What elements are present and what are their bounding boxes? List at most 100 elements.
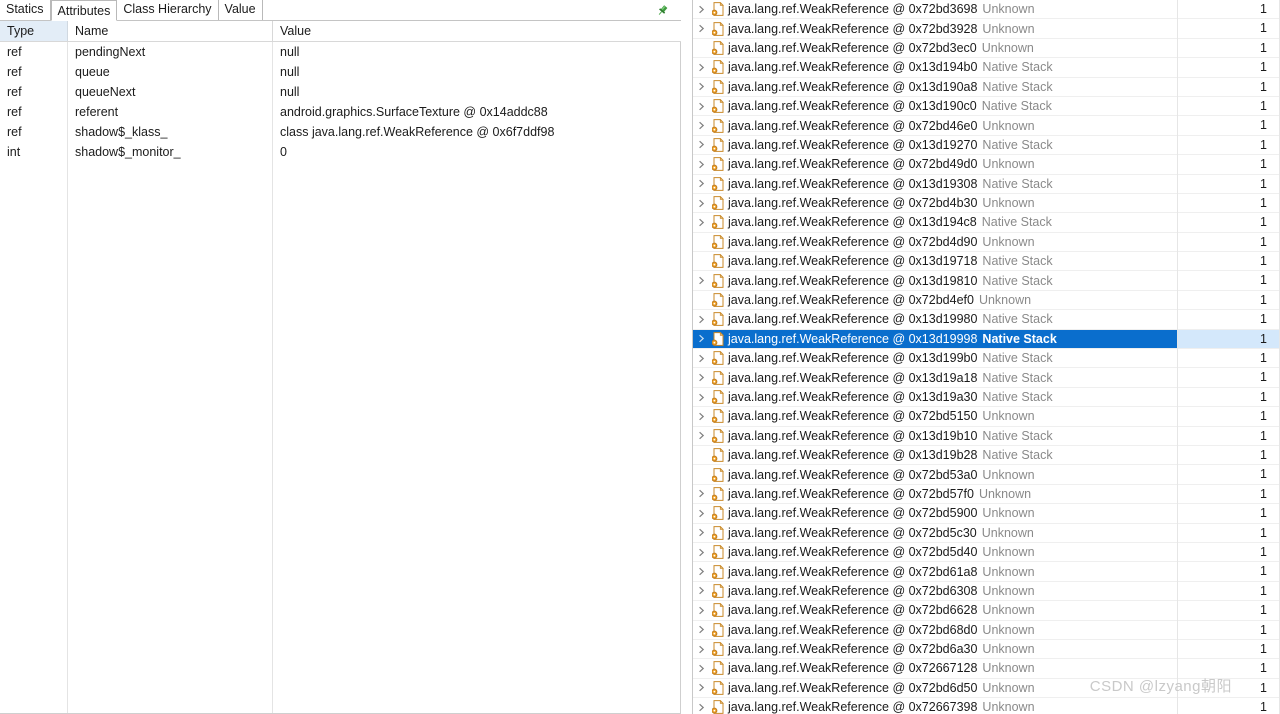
tree-row[interactable]: java.lang.ref.WeakReference @ 0x13d19810… — [693, 271, 1280, 291]
instance-file-icon — [710, 680, 727, 695]
chevron-right-icon[interactable] — [693, 393, 710, 402]
tree-row[interactable]: java.lang.ref.WeakReference @ 0x72bd4ef0… — [693, 291, 1280, 311]
tree-row-label: java.lang.ref.WeakReference @ 0x72bd49d0… — [727, 157, 1280, 171]
chevron-right-icon[interactable] — [693, 528, 710, 537]
chevron-right-icon[interactable] — [693, 683, 710, 692]
tree-row-label: java.lang.ref.WeakReference @ 0x72bd3698… — [727, 2, 1280, 16]
tree-row[interactable]: java.lang.ref.WeakReference @ 0x72bd5900… — [693, 504, 1280, 524]
column-header-type[interactable]: Type — [0, 21, 68, 41]
tree-row[interactable]: java.lang.ref.WeakReference @ 0x72bd6d50… — [693, 679, 1280, 699]
tree-row[interactable]: java.lang.ref.WeakReference @ 0x72bd3928… — [693, 19, 1280, 39]
tree-row[interactable]: java.lang.ref.WeakReference @ 0x13d194c8… — [693, 213, 1280, 233]
instance-kind: Unknown — [982, 622, 1035, 637]
tree-row[interactable]: java.lang.ref.WeakReference @ 0x13d194b0… — [693, 58, 1280, 78]
chevron-right-icon[interactable] — [693, 5, 710, 14]
tree-row[interactable]: java.lang.ref.WeakReference @ 0x13d19a30… — [693, 388, 1280, 408]
table-row[interactable]: ref queueNext null — [0, 82, 681, 102]
tree-row[interactable]: java.lang.ref.WeakReference @ 0x13d19980… — [693, 310, 1280, 330]
instance-count: 1 — [1260, 680, 1267, 695]
chevron-right-icon[interactable] — [693, 548, 710, 557]
instance-file-icon — [710, 2, 727, 17]
tree-row[interactable]: java.lang.ref.WeakReference @ 0x13d19a18… — [693, 368, 1280, 388]
cell-type: int — [0, 142, 68, 162]
tree-row[interactable]: java.lang.ref.WeakReference @ 0x72bd4d90… — [693, 233, 1280, 253]
tree-row[interactable]: java.lang.ref.WeakReference @ 0x72bd3698… — [693, 0, 1280, 20]
instance-kind: Unknown — [982, 2, 1035, 17]
chevron-right-icon[interactable] — [693, 199, 710, 208]
tree-row[interactable]: java.lang.ref.WeakReference @ 0x72bd5d40… — [693, 543, 1280, 563]
chevron-right-icon[interactable] — [693, 703, 710, 712]
chevron-right-icon[interactable] — [693, 431, 710, 440]
panel-splitter[interactable] — [681, 0, 692, 714]
tree-row[interactable]: java.lang.ref.WeakReference @ 0x72bd6308… — [693, 582, 1280, 602]
chevron-right-icon[interactable] — [693, 625, 710, 634]
tree-row[interactable]: java.lang.ref.WeakReference @ 0x13d19308… — [693, 175, 1280, 194]
tree-row[interactable]: java.lang.ref.WeakReference @ 0x72bd53a0… — [693, 465, 1280, 485]
instance-file-icon — [710, 622, 727, 637]
table-row[interactable]: ref shadow$_klass_ class java.lang.ref.W… — [0, 122, 681, 142]
table-row[interactable]: ref pendingNext null — [0, 42, 681, 62]
tab-value[interactable]: Value — [218, 0, 263, 20]
tab-statics[interactable]: Statics — [0, 0, 51, 20]
instance-kind: Unknown — [982, 196, 1035, 211]
chevron-right-icon[interactable] — [693, 567, 710, 576]
tree-row[interactable]: java.lang.ref.WeakReference @ 0x13d19718… — [693, 252, 1280, 272]
tree-row[interactable]: java.lang.ref.WeakReference @ 0x13d19998… — [693, 329, 1280, 350]
chevron-right-icon[interactable] — [693, 664, 710, 673]
chevron-right-icon[interactable] — [693, 218, 710, 227]
chevron-right-icon[interactable] — [693, 160, 710, 169]
cell-type: ref — [0, 102, 68, 122]
chevron-right-icon[interactable] — [693, 82, 710, 91]
chevron-right-icon[interactable] — [693, 606, 710, 615]
instance-file-icon — [710, 506, 727, 521]
tree-row[interactable]: java.lang.ref.WeakReference @ 0x72bd5c30… — [693, 524, 1280, 543]
column-header-value[interactable]: Value — [273, 21, 681, 41]
chevron-right-icon[interactable] — [693, 276, 710, 285]
instance-file-icon — [710, 254, 727, 269]
tree-row[interactable]: java.lang.ref.WeakReference @ 0x72bd4b30… — [693, 194, 1280, 214]
instance-name: java.lang.ref.WeakReference @ 0x72bd57f0 — [728, 486, 974, 501]
tree-row-label: java.lang.ref.WeakReference @ 0x72667128… — [727, 661, 1280, 675]
table-row[interactable]: ref referent android.graphics.SurfaceTex… — [0, 102, 681, 122]
chevron-right-icon[interactable] — [693, 354, 710, 363]
table-row[interactable]: int shadow$_monitor_ 0 — [0, 142, 681, 162]
chevron-right-icon[interactable] — [693, 334, 710, 343]
chevron-right-icon[interactable] — [693, 24, 710, 33]
tree-row[interactable]: java.lang.ref.WeakReference @ 0x13d19b28… — [693, 446, 1280, 466]
tree-row[interactable]: java.lang.ref.WeakReference @ 0x13d190c0… — [693, 97, 1280, 117]
tree-row[interactable]: java.lang.ref.WeakReference @ 0x72bd5150… — [693, 407, 1280, 427]
tree-row[interactable]: java.lang.ref.WeakReference @ 0x72bd3ec0… — [693, 39, 1280, 59]
tree-row[interactable]: java.lang.ref.WeakReference @ 0x72bd68d0… — [693, 621, 1280, 640]
pin-icon[interactable] — [656, 4, 669, 17]
tree-row[interactable]: java.lang.ref.WeakReference @ 0x13d19270… — [693, 136, 1280, 156]
chevron-right-icon[interactable] — [693, 140, 710, 149]
chevron-right-icon[interactable] — [693, 586, 710, 595]
tree-row[interactable]: java.lang.ref.WeakReference @ 0x72667128… — [693, 659, 1280, 679]
instance-kind: Native Stack — [982, 137, 1053, 152]
tab-attributes[interactable]: Attributes — [50, 0, 118, 21]
tab-class-hierarchy[interactable]: Class Hierarchy — [117, 0, 219, 20]
tree-row[interactable]: java.lang.ref.WeakReference @ 0x72bd49d0… — [693, 155, 1280, 175]
chevron-right-icon[interactable] — [693, 315, 710, 324]
chevron-right-icon[interactable] — [693, 102, 710, 111]
tree-row[interactable]: java.lang.ref.WeakReference @ 0x13d19b10… — [693, 427, 1280, 446]
chevron-right-icon[interactable] — [693, 63, 710, 72]
column-header-name[interactable]: Name — [68, 21, 273, 41]
tree-row[interactable]: java.lang.ref.WeakReference @ 0x72bd57f0… — [693, 485, 1280, 505]
chevron-right-icon[interactable] — [693, 489, 710, 498]
tree-row[interactable]: java.lang.ref.WeakReference @ 0x13d190a8… — [693, 78, 1280, 97]
tree-row[interactable]: java.lang.ref.WeakReference @ 0x72bd61a8… — [693, 562, 1280, 582]
chevron-right-icon[interactable] — [693, 509, 710, 518]
tree-row[interactable]: java.lang.ref.WeakReference @ 0x72bd46e0… — [693, 116, 1280, 136]
cell-type: ref — [0, 62, 68, 82]
tree-row[interactable]: java.lang.ref.WeakReference @ 0x72bd6628… — [693, 601, 1280, 621]
chevron-right-icon[interactable] — [693, 645, 710, 654]
tree-row[interactable]: java.lang.ref.WeakReference @ 0x13d199b0… — [693, 349, 1280, 369]
chevron-right-icon[interactable] — [693, 121, 710, 130]
tree-row[interactable]: java.lang.ref.WeakReference @ 0x72667398… — [693, 698, 1280, 714]
table-row[interactable]: ref queue null — [0, 62, 681, 82]
tree-row[interactable]: java.lang.ref.WeakReference @ 0x72bd6a30… — [693, 640, 1280, 660]
chevron-right-icon[interactable] — [693, 179, 710, 188]
chevron-right-icon[interactable] — [693, 412, 710, 421]
chevron-right-icon[interactable] — [693, 373, 710, 382]
